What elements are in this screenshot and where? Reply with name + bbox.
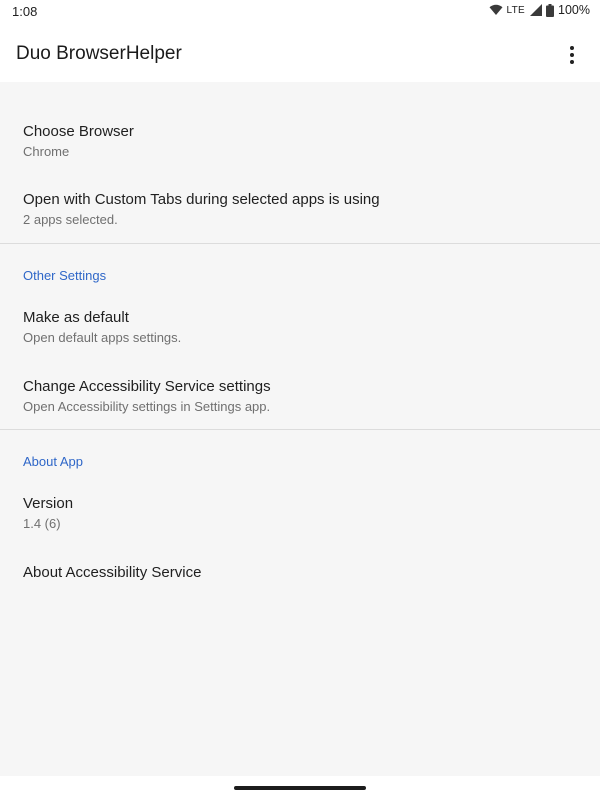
pref-title: Open with Custom Tabs during selected ap… [23,191,380,208]
pref-summary: 2 apps selected. [23,212,118,227]
network-type: LTE [506,4,526,16]
signal-icon [530,4,543,16]
pref-summary: Open default apps settings. [23,330,182,345]
pref-version[interactable]: Version 1.4 (6) [0,480,600,540]
gesture-handle[interactable] [234,786,366,790]
pref-accessibility-settings[interactable]: Change Accessibility Service settings Op… [0,364,600,424]
section-header-other-settings: Other Settings [23,268,107,283]
pref-choose-browser[interactable]: Choose Browser Chrome [0,104,600,162]
pref-summary: Chrome [23,144,70,159]
more-options-button[interactable] [560,43,584,67]
more-vert-icon-dot [570,60,574,64]
pref-about-accessibility[interactable]: About Accessibility Service [0,550,600,594]
pref-title: Choose Browser [23,123,134,140]
divider [0,429,600,430]
status-time: 1:08 [12,4,38,19]
pref-make-default[interactable]: Make as default Open default apps settin… [0,294,600,354]
app-title: Duo BrowserHelper [16,43,182,64]
battery-level: 100% [558,3,590,17]
more-vert-icon-dot [570,53,574,57]
pref-title: Make as default [23,309,129,326]
divider [0,243,600,244]
battery-icon [546,3,555,17]
pref-title: Version [23,495,74,512]
pref-title: About Accessibility Service [23,564,202,581]
status-icons: LTE 100% [489,3,590,17]
pref-custom-tabs[interactable]: Open with Custom Tabs during selected ap… [0,174,600,240]
pref-title: Change Accessibility Service settings [23,378,271,395]
more-vert-icon [570,46,574,50]
status-bar: 1:08 LTE 100% [0,0,600,24]
section-header-about-app: About App [23,454,83,469]
wifi-icon [489,4,503,16]
pref-summary: Open Accessibility settings in Settings … [23,399,271,414]
app-bar: Duo BrowserHelper [0,24,600,82]
pref-summary: 1.4 (6) [23,516,61,531]
